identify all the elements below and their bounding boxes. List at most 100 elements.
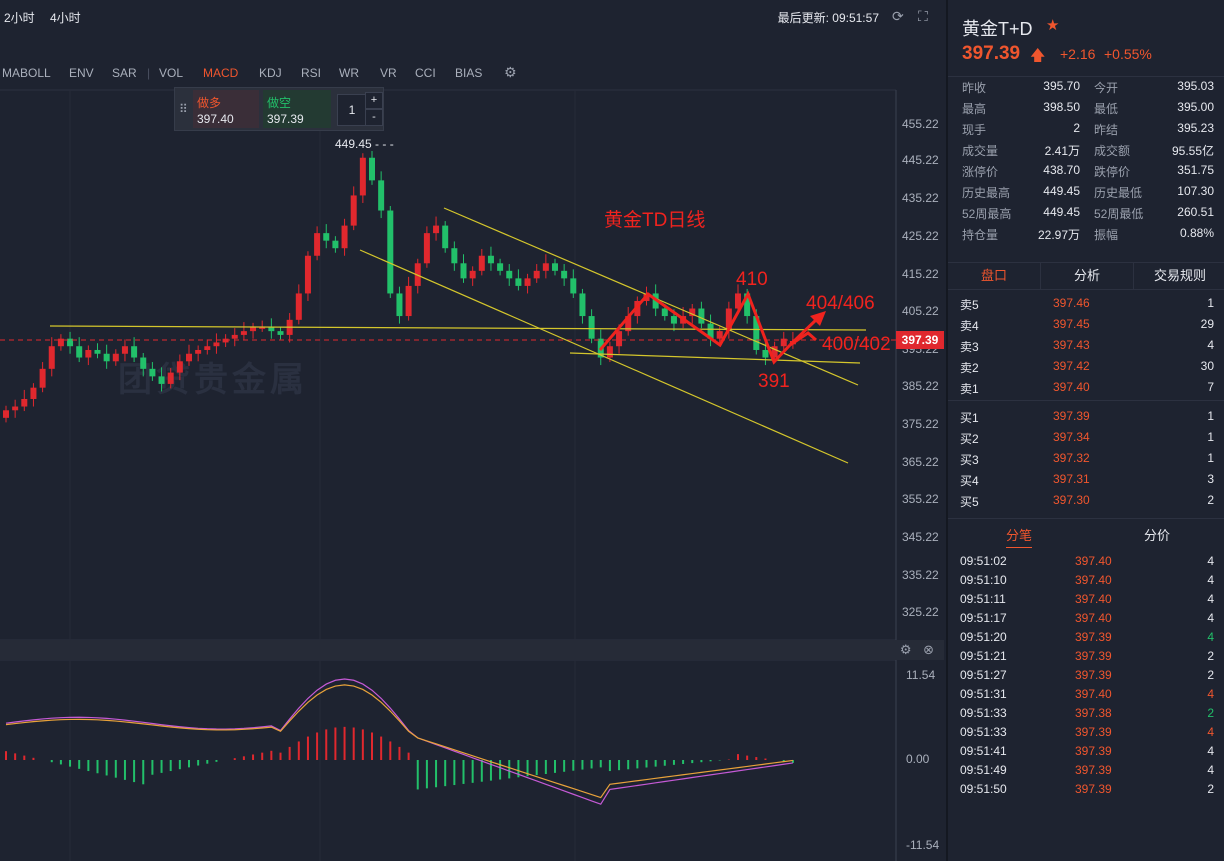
chart-area[interactable]: 2小时 4小时 最后更新: 09:51:57 ⟳ ⛶ MABOLL ENV SA… xyxy=(0,0,944,861)
candle-body xyxy=(204,346,211,350)
candle-body xyxy=(661,308,668,317)
stat-value: 395.00 xyxy=(1177,100,1214,114)
macd-settings-icon[interactable]: ⚙ xyxy=(900,642,912,657)
trade-volume: 4 xyxy=(1207,554,1214,568)
favorite-star-icon[interactable]: ★ xyxy=(1046,16,1059,34)
bid-price: 397.34 xyxy=(1053,430,1090,444)
tab-analysis[interactable]: 分析 xyxy=(1041,263,1134,289)
annotation-391: 391 xyxy=(758,371,790,392)
candle-body xyxy=(423,233,430,264)
candle-body xyxy=(561,270,568,279)
y-tick: 325.22 xyxy=(902,605,939,619)
trade-price: 397.39 xyxy=(1075,649,1112,663)
trade-volume: 2 xyxy=(1207,782,1214,796)
candle-body xyxy=(524,278,531,286)
orderbook-divider xyxy=(948,400,1224,401)
macd-close-icon[interactable]: ⊗ xyxy=(923,642,934,657)
bid-level: 买5 xyxy=(960,495,979,509)
chart-title: 黄金TD日线 xyxy=(604,209,705,231)
stat-value: 449.45 xyxy=(1043,205,1080,219)
candle-body xyxy=(533,270,540,279)
sell-short-button[interactable]: 做空 397.39 xyxy=(263,90,331,128)
trade-row: 09:51:27 397.39 2 xyxy=(948,668,1224,687)
stat-value: 395.70 xyxy=(1043,79,1080,93)
candle-body xyxy=(478,255,485,271)
y-tick: 415.22 xyxy=(902,267,939,281)
bid-price: 397.32 xyxy=(1053,451,1090,465)
ask-volume: 7 xyxy=(1207,380,1214,394)
ask-price: 397.43 xyxy=(1053,338,1090,352)
trade-price: 397.39 xyxy=(1075,668,1112,682)
quantity-input[interactable]: 1 xyxy=(337,94,367,126)
candle-body xyxy=(12,406,19,411)
bid-row: 买1 397.39 1 xyxy=(948,409,1224,430)
tab-price-volume[interactable]: 分价 xyxy=(1144,525,1170,544)
trade-row: 09:51:11 397.40 4 xyxy=(948,592,1224,611)
trade-time: 09:51:31 xyxy=(960,687,1007,701)
candle-body xyxy=(149,368,156,377)
candle-body xyxy=(469,270,476,279)
trade-price: 397.39 xyxy=(1075,782,1112,796)
buy-long-button[interactable]: 做多 397.40 xyxy=(193,90,259,128)
candle-body xyxy=(487,255,494,264)
trade-row: 09:51:50 397.39 2 xyxy=(948,782,1224,801)
candle-body xyxy=(76,346,83,358)
trade-time: 09:51:17 xyxy=(960,611,1007,625)
stat-key: 振幅 xyxy=(1094,228,1119,242)
peak-price-label: 449.45 - - - xyxy=(335,137,394,151)
buy-long-price: 397.40 xyxy=(197,112,234,126)
bid-level: 买4 xyxy=(960,474,979,488)
bid-volume: 3 xyxy=(1207,472,1214,486)
quantity-minus-button[interactable]: - xyxy=(365,109,383,126)
drag-handle-icon[interactable]: ⠿ xyxy=(179,102,188,116)
y-tick: 335.22 xyxy=(902,568,939,582)
tab-orderbook[interactable]: 盘口 xyxy=(948,263,1041,289)
trade-volume: 4 xyxy=(1207,744,1214,758)
macd-panel-header: ⚙ ⊗ xyxy=(0,640,944,660)
tab-ticks[interactable]: 分笔 xyxy=(1006,525,1033,548)
ask-volume: 4 xyxy=(1207,338,1214,352)
quantity-plus-button[interactable]: + xyxy=(365,92,383,109)
candle-body xyxy=(378,180,385,211)
trade-volume: 2 xyxy=(1207,706,1214,720)
trade-time: 09:51:41 xyxy=(960,744,1007,758)
candle-body xyxy=(121,346,128,354)
bid-level: 买3 xyxy=(960,453,979,467)
trade-row: 09:51:31 397.40 4 xyxy=(948,687,1224,706)
stat-key: 现手 xyxy=(962,123,987,137)
stat-value: 2.41万 xyxy=(1044,144,1080,158)
instrument-title: 黄金T+D xyxy=(962,19,1033,39)
stat-key: 最低 xyxy=(1094,102,1119,116)
buy-long-label: 做多 xyxy=(197,96,222,110)
candle-body xyxy=(405,285,412,317)
ask-volume: 30 xyxy=(1200,359,1214,373)
ask-row: 卖5 397.46 1 xyxy=(948,296,1224,317)
trade-row: 09:51:41 397.39 4 xyxy=(948,744,1224,763)
trade-row: 09:51:21 397.39 2 xyxy=(948,649,1224,668)
candle-body xyxy=(387,210,394,294)
stat-value: 107.30 xyxy=(1177,184,1214,198)
trades-tabs: 分笔 分价 xyxy=(948,518,1224,549)
annotation-410: 410 xyxy=(736,269,768,290)
stat-value: 395.03 xyxy=(1177,79,1214,93)
candle-body xyxy=(460,263,467,279)
candle-body xyxy=(112,353,119,362)
annotation-404-406: 404/406 xyxy=(806,293,875,314)
ask-price: 397.40 xyxy=(1053,380,1090,394)
tab-trading-rules[interactable]: 交易规则 xyxy=(1134,263,1224,289)
bid-row: 买3 397.32 1 xyxy=(948,451,1224,472)
candle-body xyxy=(716,331,723,339)
macd-dif-line xyxy=(5,678,793,805)
candle-body xyxy=(323,233,330,241)
candle-body xyxy=(48,346,55,369)
trade-time: 09:51:11 xyxy=(960,592,1006,606)
candle-body xyxy=(176,361,183,373)
stat-value: 2 xyxy=(1073,121,1080,135)
candle-body xyxy=(606,346,613,358)
stat-key: 涨停价 xyxy=(962,165,999,179)
annotation-arrow-side xyxy=(789,331,817,347)
candle-body xyxy=(442,225,449,249)
candle-body xyxy=(213,342,220,347)
macd-dea-line xyxy=(5,684,793,799)
candle-body xyxy=(588,316,595,339)
